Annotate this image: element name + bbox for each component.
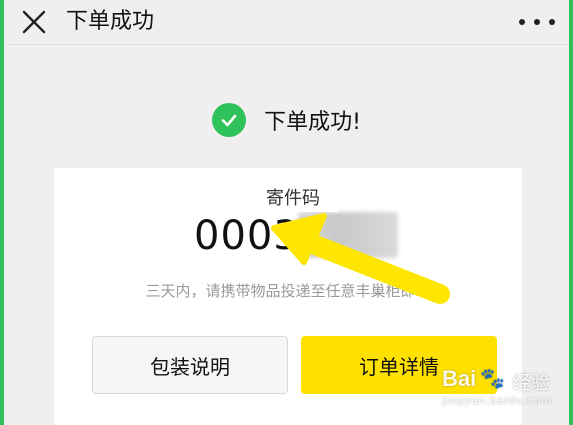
paw-icon: 🐾	[480, 366, 505, 390]
watermark: Bai 🐾 经验 jingyan.baidu.com	[442, 362, 569, 412]
watermark-brand: Bai	[442, 366, 477, 391]
watermark-url: jingyan.baidu.com	[442, 394, 553, 407]
watermark-cn: 经验	[512, 372, 551, 394]
app-window: 下单成功 下单成功! 0003 寄件码 三天内，请携带物品投递至任意丰巢柜即可 …	[4, 0, 569, 425]
